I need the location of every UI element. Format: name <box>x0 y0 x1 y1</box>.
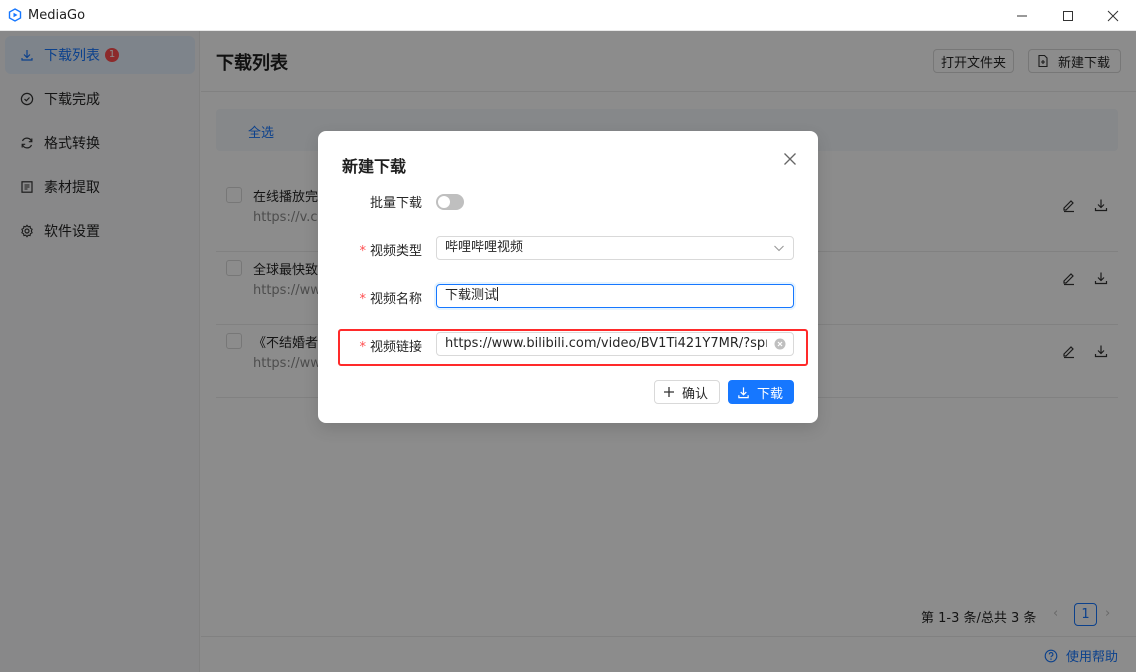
video-name-value: 下载测试 <box>445 288 498 303</box>
url-highlight-box <box>338 329 808 366</box>
download-button[interactable]: 下载 <box>728 380 794 404</box>
download-label: 下载 <box>757 386 784 402</box>
minimize-icon <box>1017 15 1027 16</box>
confirm-label: 确认 <box>682 386 709 402</box>
close-icon[interactable] <box>782 151 798 167</box>
video-type-label: * 视频类型 <box>359 244 422 259</box>
maximize-button[interactable] <box>1045 0 1091 31</box>
modal-title: 新建下载 <box>342 157 407 176</box>
mediago-logo-icon <box>8 8 22 22</box>
video-name-label: * 视频名称 <box>359 292 422 307</box>
video-type-value: 哔哩哔哩视频 <box>445 240 524 255</box>
app-title: MediaGo <box>28 7 86 23</box>
chevron-down-icon <box>774 245 784 252</box>
minimize-button[interactable] <box>999 0 1045 31</box>
new-download-modal: 新建下载 批量下载 * 视频类型 哔哩哔哩视频 * 视频名称 下载测试 * 视频链接 … <box>318 131 818 423</box>
confirm-button[interactable]: 确认 <box>654 380 720 404</box>
plus-icon <box>664 387 674 397</box>
batch-download-switch[interactable] <box>436 194 464 210</box>
text-cursor <box>497 287 499 301</box>
download-icon <box>738 386 749 398</box>
close-window-button[interactable] <box>1090 0 1136 31</box>
maximize-icon <box>1063 10 1073 21</box>
video-type-select[interactable]: 哔哩哔哩视频 <box>436 236 794 260</box>
batch-download-label: 批量下载 <box>369 196 422 211</box>
close-icon <box>1107 10 1119 21</box>
title-bar: MediaGo <box>0 0 1136 31</box>
video-name-input[interactable]: 下载测试 <box>436 284 794 308</box>
switch-knob <box>438 196 450 208</box>
